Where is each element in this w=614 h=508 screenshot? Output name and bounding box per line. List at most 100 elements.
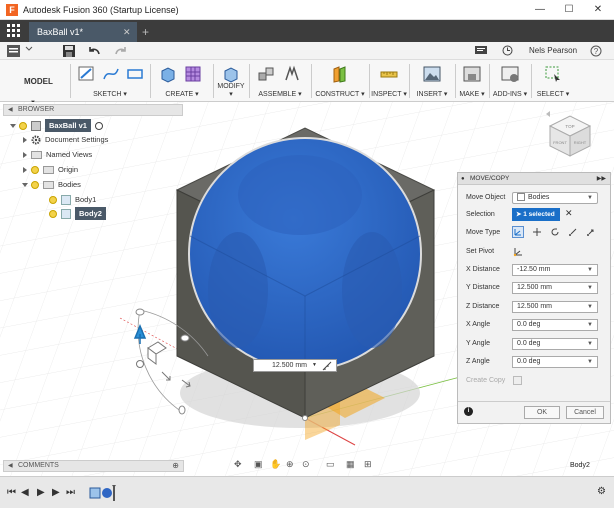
step-back-icon[interactable]: ◀	[21, 487, 29, 498]
rotation-handle[interactable]	[180, 334, 190, 342]
create-sketch-icon[interactable]	[78, 65, 96, 83]
move-type-free-button[interactable]	[512, 226, 524, 238]
redo-icon[interactable]	[115, 46, 127, 56]
visibility-bulb-icon[interactable]	[31, 165, 39, 174]
form-icon[interactable]	[184, 65, 202, 83]
free-move-handle[interactable]	[136, 360, 144, 368]
collapse-icon[interactable]: ●	[461, 173, 465, 185]
clock-icon[interactable]	[502, 45, 513, 56]
job-status-icon[interactable]	[475, 46, 487, 56]
expand-arrow-icon[interactable]	[10, 123, 16, 128]
assemble-group[interactable]: ASSEMBLE ▾	[251, 60, 309, 102]
new-tab-button[interactable]: +	[142, 22, 149, 42]
visibility-bulb-icon[interactable]	[49, 209, 57, 218]
zoom-icon[interactable]: ⊕	[286, 459, 294, 470]
chevron-down-icon[interactable]	[25, 44, 33, 52]
rotation-handle[interactable]	[178, 405, 186, 415]
pan-icon[interactable]: ✋	[270, 459, 281, 470]
collapse-icon[interactable]: ◀	[8, 461, 13, 471]
new-component-icon[interactable]	[257, 65, 275, 83]
file-menu-icon[interactable]	[7, 45, 20, 57]
construct-group[interactable]: CONSTRUCT ▾	[313, 60, 367, 102]
x-angle-input[interactable]: 0.0 deg ▼	[512, 319, 598, 331]
expand-arrow-icon[interactable]	[23, 151, 27, 158]
go-to-end-icon[interactable]: ⏭	[66, 487, 75, 498]
chevron-down-icon[interactable]: ▼	[587, 357, 593, 367]
create-group[interactable]: CREATE ▾	[152, 60, 212, 102]
chevron-down-icon[interactable]: ▼	[587, 283, 593, 293]
chevron-down-icon[interactable]: ▼	[587, 265, 593, 275]
select-group[interactable]: SELECT ▾	[533, 60, 573, 102]
collapse-icon[interactable]: ◀	[8, 105, 13, 115]
play-icon[interactable]: ▶	[37, 487, 45, 498]
insert-group[interactable]: INSERT ▾	[411, 60, 453, 102]
cancel-button[interactable]: Cancel	[566, 406, 604, 419]
browser-header[interactable]: ◀ BROWSER	[3, 104, 183, 116]
sketch-group[interactable]: SKETCH ▾	[72, 60, 148, 102]
visibility-bulb-icon[interactable]	[31, 180, 39, 189]
y-distance-input[interactable]: 12.500 mm ▼	[512, 282, 598, 294]
data-panel-grid-icon[interactable]	[7, 24, 21, 38]
selection-button[interactable]: ➤ 1 selected	[512, 208, 560, 221]
z-distance-input[interactable]: 12.500 mm ▼	[512, 301, 598, 313]
user-name[interactable]: Nels Pearson	[529, 46, 577, 55]
joint-icon[interactable]	[283, 65, 301, 83]
inspect-group[interactable]: INSPECT ▾	[371, 60, 407, 102]
rotation-handle[interactable]	[135, 308, 145, 316]
help-icon[interactable]: ?	[590, 45, 602, 57]
look-at-icon[interactable]: ▣	[254, 459, 263, 470]
expand-arrow-icon[interactable]	[22, 182, 28, 187]
visibility-bulb-icon[interactable]	[49, 195, 57, 204]
make-group[interactable]: MAKE ▾	[457, 60, 487, 102]
scripts-addins-icon[interactable]	[501, 65, 519, 83]
distance-input-overlay[interactable]: 12.500 mm ▼	[253, 359, 337, 372]
rectangle-icon[interactable]	[126, 65, 144, 83]
chevron-down-icon[interactable]: ▼	[587, 320, 593, 330]
expand-arrow-icon[interactable]	[23, 166, 27, 173]
select-icon[interactable]	[544, 65, 562, 83]
press-pull-icon[interactable]	[222, 65, 240, 83]
minimize-button[interactable]: —	[526, 0, 554, 20]
add-comment-icon[interactable]: ⊕	[172, 461, 179, 471]
extrude-icon[interactable]	[158, 65, 176, 83]
z-angle-input[interactable]: 0.0 deg ▼	[512, 356, 598, 368]
orbit-icon[interactable]: ✥	[234, 459, 242, 470]
translate-icon[interactable]	[532, 227, 542, 237]
set-pivot-icon[interactable]	[513, 246, 524, 257]
viewports-icon[interactable]: ⊞	[364, 459, 372, 470]
offset-plane-icon[interactable]	[331, 65, 349, 83]
rotate-icon[interactable]	[550, 227, 560, 237]
move-object-dropdown[interactable]: Bodies ▼	[512, 192, 598, 204]
expand-arrow-icon[interactable]	[23, 136, 27, 143]
line-icon[interactable]	[102, 65, 120, 83]
tab-baxball[interactable]: BaxBall v1*	[29, 22, 137, 42]
measure-icon[interactable]	[380, 65, 398, 83]
measure-icon[interactable]	[322, 361, 332, 371]
3d-print-icon[interactable]	[463, 65, 481, 83]
move-copy-header[interactable]: ● MOVE/COPY ▶▶	[458, 173, 610, 185]
timeline-feature-icon[interactable]	[88, 484, 118, 502]
x-distance-input[interactable]: -12.50 mm ▼	[512, 264, 598, 276]
display-settings-icon[interactable]: ▭	[326, 459, 335, 470]
addins-group[interactable]: ADD-INS ▾	[491, 60, 529, 102]
browser-item-document-settings[interactable]: Document Settings	[23, 133, 108, 146]
comments-panel[interactable]: ◀ COMMENTS ⊕	[3, 460, 184, 472]
y-angle-input[interactable]: 0.0 deg ▼	[512, 338, 598, 350]
browser-root[interactable]: BaxBall v1	[10, 119, 103, 132]
expand-panel-icon[interactable]: ▶▶	[597, 173, 606, 185]
viewcube[interactable]: TOP FRONT RIGHT	[540, 108, 600, 158]
browser-item-named-views[interactable]: Named Views	[23, 148, 92, 161]
browser-item-body1[interactable]: Body1	[49, 193, 96, 206]
close-window-button[interactable]: ✕	[584, 0, 612, 20]
undo-icon[interactable]	[88, 46, 100, 56]
chevron-down-icon[interactable]: ▼	[312, 360, 317, 371]
info-icon[interactable]: i	[464, 407, 473, 416]
maximize-button[interactable]: ☐	[555, 0, 583, 20]
fit-icon[interactable]: ⊙	[302, 459, 310, 470]
chevron-down-icon[interactable]: ▼	[587, 302, 593, 312]
home-view-icon[interactable]	[546, 111, 550, 117]
point-to-position-icon[interactable]	[586, 227, 596, 237]
point-to-point-icon[interactable]	[568, 227, 578, 237]
workspace-switcher[interactable]: MODEL ▼	[8, 72, 63, 106]
grid-settings-icon[interactable]: ▦	[346, 459, 355, 470]
